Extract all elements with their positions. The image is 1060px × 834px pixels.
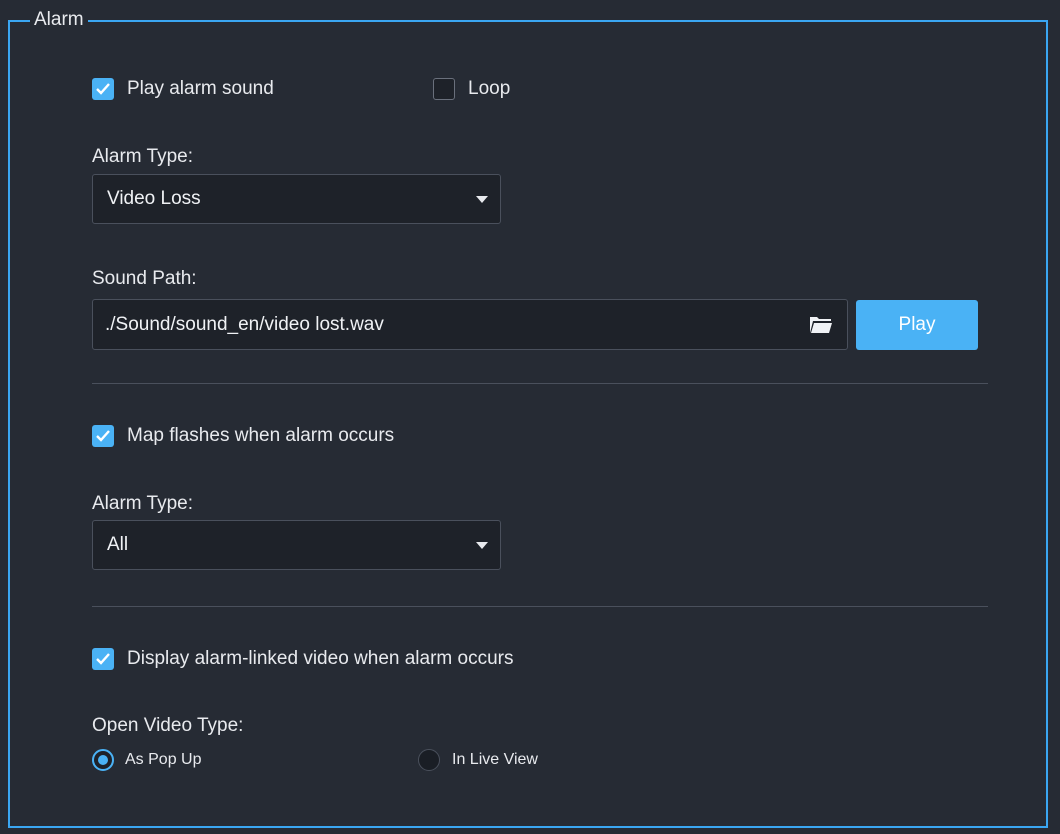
- map-flash-label[interactable]: Map flashes when alarm occurs: [127, 424, 394, 448]
- as-pop-up-radio[interactable]: [92, 749, 114, 771]
- sound-path-input[interactable]: ./Sound/sound_en/video lost.wav: [92, 299, 848, 350]
- divider: [92, 606, 988, 607]
- chevron-down-icon: [476, 542, 488, 549]
- check-icon: [96, 83, 110, 95]
- alarm-type-select[interactable]: Video Loss: [92, 174, 501, 224]
- map-alarm-type-select[interactable]: All: [92, 520, 501, 570]
- in-live-view-label[interactable]: In Live View: [452, 749, 538, 771]
- display-linked-video-checkbox[interactable]: [92, 648, 114, 670]
- as-pop-up-label[interactable]: As Pop Up: [125, 749, 201, 771]
- divider: [92, 383, 988, 384]
- alarm-type-value: Video Loss: [107, 188, 201, 209]
- loop-label[interactable]: Loop: [468, 77, 510, 101]
- in-live-view-radio[interactable]: [418, 749, 440, 771]
- display-linked-video-label[interactable]: Display alarm-linked video when alarm oc…: [127, 647, 514, 671]
- check-icon: [96, 653, 110, 665]
- play-button[interactable]: Play: [856, 300, 978, 350]
- open-video-type-label: Open Video Type:: [92, 715, 244, 736]
- alarm-type-label: Alarm Type:: [92, 146, 194, 167]
- check-icon: [96, 430, 110, 442]
- folder-icon[interactable]: [809, 315, 833, 340]
- play-alarm-sound-label[interactable]: Play alarm sound: [127, 77, 274, 101]
- chevron-down-icon: [476, 196, 488, 203]
- map-alarm-type-value: All: [107, 534, 129, 555]
- map-alarm-type-label: Alarm Type:: [92, 493, 194, 514]
- sound-path-value: ./Sound/sound_en/video lost.wav: [105, 314, 384, 335]
- sound-path-label: Sound Path:: [92, 268, 197, 289]
- play-alarm-sound-checkbox[interactable]: [92, 78, 114, 100]
- map-flash-checkbox[interactable]: [92, 425, 114, 447]
- loop-checkbox[interactable]: [433, 78, 455, 100]
- group-title: Alarm: [30, 8, 88, 32]
